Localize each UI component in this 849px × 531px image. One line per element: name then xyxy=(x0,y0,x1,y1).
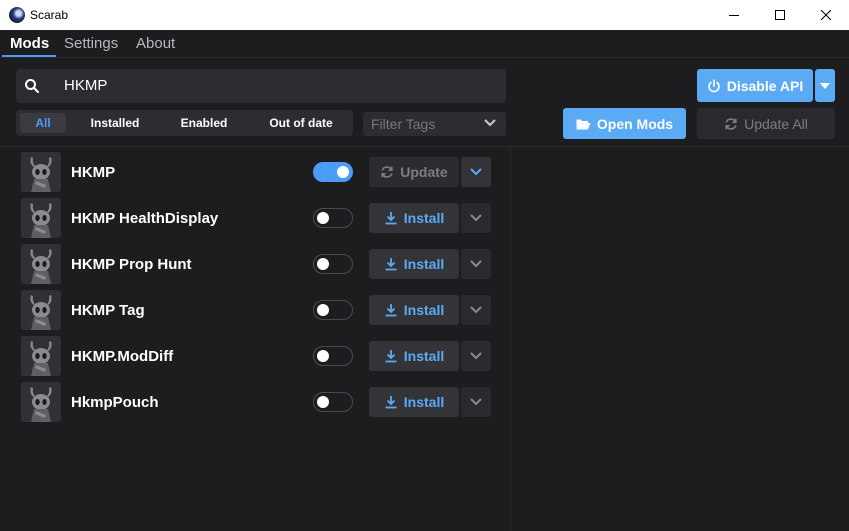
disable-api-label: Disable API xyxy=(726,77,804,94)
mod-enable-toggle[interactable] xyxy=(313,300,353,320)
toggle-knob xyxy=(317,258,329,270)
chevron-down-icon xyxy=(470,306,482,314)
chevron-down-icon xyxy=(470,260,482,268)
mod-name: HKMP Tag xyxy=(71,302,145,319)
tab-about[interactable]: About xyxy=(136,35,175,52)
mod-install-button[interactable]: Install xyxy=(369,341,459,371)
mod-install-button[interactable]: Install xyxy=(369,249,459,279)
minimize-button[interactable] xyxy=(711,0,757,30)
refresh-icon xyxy=(724,117,738,131)
search-box[interactable] xyxy=(16,69,506,103)
mod-action-label: Install xyxy=(403,394,445,410)
mod-options-button[interactable] xyxy=(461,249,491,279)
main-tabs: Mods Settings About xyxy=(0,30,849,58)
close-icon xyxy=(821,10,831,20)
mod-name: HKMP HealthDisplay xyxy=(71,210,219,227)
open-mods-button[interactable]: Open Mods xyxy=(563,108,686,139)
mod-options-button[interactable] xyxy=(461,341,491,371)
mod-avatar xyxy=(21,382,61,422)
mod-action-label: Install xyxy=(403,256,445,272)
minimize-icon xyxy=(729,15,739,16)
chevron-down-icon xyxy=(470,352,482,360)
maximize-icon xyxy=(775,10,785,20)
tab-settings[interactable]: Settings xyxy=(64,35,118,52)
search-icon xyxy=(25,79,39,93)
mod-enable-toggle[interactable] xyxy=(313,208,353,228)
refresh-icon xyxy=(380,165,394,179)
active-tab-indicator xyxy=(2,55,56,57)
filter-enabled-button[interactable]: Enabled xyxy=(166,113,242,133)
download-icon xyxy=(384,349,398,363)
disable-api-dropdown-button[interactable] xyxy=(815,69,835,102)
power-icon xyxy=(707,78,721,93)
mod-action-label: Install xyxy=(403,302,445,318)
download-icon xyxy=(384,211,398,225)
scarab-logo-icon xyxy=(9,7,25,23)
chevron-down-icon xyxy=(470,398,482,406)
download-icon xyxy=(384,303,398,317)
tab-mods[interactable]: Mods xyxy=(10,35,49,52)
toggle-knob xyxy=(317,396,329,408)
mod-install-button[interactable]: Install xyxy=(369,295,459,325)
filter-out-of-date-button[interactable]: Out of date xyxy=(256,113,346,133)
download-icon xyxy=(384,395,398,409)
filter-bar: All Installed Enabled Out of date xyxy=(16,110,353,136)
mod-row: HKMP HealthDisplay Install xyxy=(0,198,510,244)
filter-installed-button[interactable]: Installed xyxy=(76,113,154,133)
chevron-down-icon xyxy=(484,119,496,127)
mod-name: HkmpPouch xyxy=(71,394,159,411)
caret-down-icon xyxy=(820,82,830,89)
mod-enable-toggle[interactable] xyxy=(313,254,353,274)
divider xyxy=(0,146,849,147)
mod-action-label: Install xyxy=(403,348,445,364)
folder-open-icon xyxy=(576,118,591,130)
open-mods-label: Open Mods xyxy=(596,115,674,132)
mod-avatar xyxy=(21,244,61,284)
chevron-down-icon xyxy=(470,214,482,222)
mod-name: HKMP.ModDiff xyxy=(71,348,174,365)
filter-tags-placeholder: Filter Tags xyxy=(371,116,436,132)
search-input[interactable] xyxy=(64,77,484,94)
mod-action-label: Update xyxy=(400,164,448,180)
mod-install-button[interactable]: Install xyxy=(369,387,459,417)
mod-install-button[interactable]: Install xyxy=(369,203,459,233)
mod-row: HKMP Tag Install xyxy=(0,290,510,336)
mod-update-button[interactable]: Update xyxy=(369,157,459,187)
mod-avatar xyxy=(21,336,61,376)
mod-row: HKMP.ModDiff Install xyxy=(0,336,510,382)
close-button[interactable] xyxy=(803,0,849,30)
mod-enable-toggle[interactable] xyxy=(313,162,353,182)
chevron-down-icon xyxy=(470,168,482,176)
panel-divider xyxy=(510,147,511,531)
toggle-knob xyxy=(317,304,329,316)
mod-action-label: Install xyxy=(403,210,445,226)
toggle-knob xyxy=(317,350,329,362)
mod-row: HkmpPouch Install xyxy=(0,382,510,428)
mod-row: HKMP Update xyxy=(0,152,510,198)
mod-avatar xyxy=(21,198,61,238)
mod-avatar xyxy=(21,152,61,192)
toggle-knob xyxy=(317,212,329,224)
title-bar: Scarab xyxy=(0,0,849,30)
window-title: Scarab xyxy=(30,8,69,22)
update-all-button[interactable]: Update All xyxy=(697,108,835,139)
mod-options-button[interactable] xyxy=(461,295,491,325)
mod-avatar xyxy=(21,290,61,330)
mod-enable-toggle[interactable] xyxy=(313,392,353,412)
maximize-button[interactable] xyxy=(757,0,803,30)
mod-enable-toggle[interactable] xyxy=(313,346,353,366)
disable-api-button[interactable]: Disable API xyxy=(697,69,813,102)
filter-all-button[interactable]: All xyxy=(20,113,66,133)
mod-row: HKMP Prop Hunt Install xyxy=(0,244,510,290)
download-icon xyxy=(384,257,398,271)
mod-name: HKMP xyxy=(71,164,116,181)
filter-tags-dropdown[interactable]: Filter Tags xyxy=(363,112,506,136)
mod-name: HKMP Prop Hunt xyxy=(71,256,192,273)
toggle-knob xyxy=(337,166,349,178)
update-all-label: Update All xyxy=(744,115,808,132)
mod-options-button[interactable] xyxy=(461,157,491,187)
mod-options-button[interactable] xyxy=(461,387,491,417)
mod-options-button[interactable] xyxy=(461,203,491,233)
